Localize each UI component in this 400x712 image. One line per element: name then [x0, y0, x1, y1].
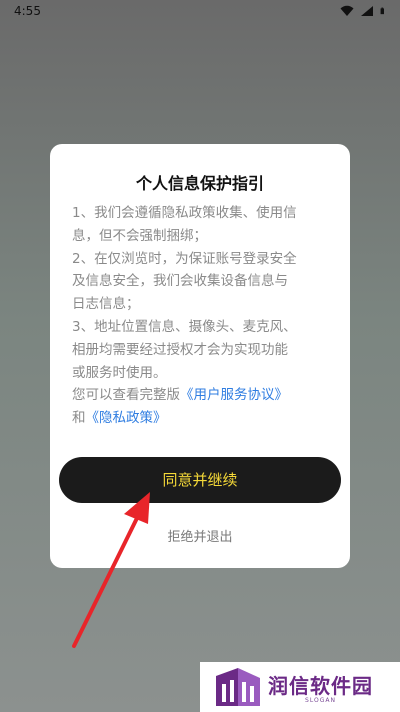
- body-line: 3、地址位置信息、摄像头、麦克风、: [72, 318, 297, 335]
- signal-icon: [361, 6, 373, 16]
- body-line: 及信息安全，我们会收集设备信息与: [72, 273, 288, 290]
- and-text: 和: [72, 410, 86, 427]
- body-line: 1、我们会遵循隐私政策收集、使用信: [72, 205, 297, 221]
- privacy-line: 和《隐私政策》: [72, 407, 332, 430]
- wifi-icon: [340, 5, 354, 16]
- status-time: 4:55: [14, 4, 41, 18]
- red-arrow-annotation: [72, 492, 150, 648]
- view-prefix-text: 您可以查看完整版: [72, 387, 180, 404]
- battery-icon: [380, 7, 384, 15]
- body-line: 或服务时使用。: [72, 364, 167, 381]
- status-bar: 4:55: [0, 0, 400, 24]
- user-agreement-link[interactable]: 《用户服务协议》: [180, 387, 288, 403]
- watermark-name: 润信软件园: [268, 674, 373, 698]
- status-icons: [340, 5, 388, 17]
- view-agreements-line: 您可以查看完整版《用户服务协议》: [72, 384, 332, 407]
- privacy-policy-link[interactable]: 《隐私政策》: [86, 410, 167, 426]
- brand-logo-icon: [216, 668, 260, 706]
- dialog-title: 个人信息保护指引: [135, 174, 264, 193]
- body-line: 日志信息；: [72, 296, 140, 313]
- dialog-body: 1、我们会遵循隐私政策收集、使用信 息，但不会强制捆绑； 2、在仅浏览时，为保证…: [72, 202, 332, 430]
- body-line: 息，但不会强制捆绑；: [72, 227, 207, 244]
- watermark: 润信软件园 SLOGAN: [200, 662, 400, 712]
- body-line: 相册均需要经过授权才会为实现功能: [72, 341, 288, 358]
- watermark-text: 润信软件园 SLOGAN: [268, 670, 373, 704]
- body-line: 2、在仅浏览时，为保证账号登录安全: [72, 250, 297, 267]
